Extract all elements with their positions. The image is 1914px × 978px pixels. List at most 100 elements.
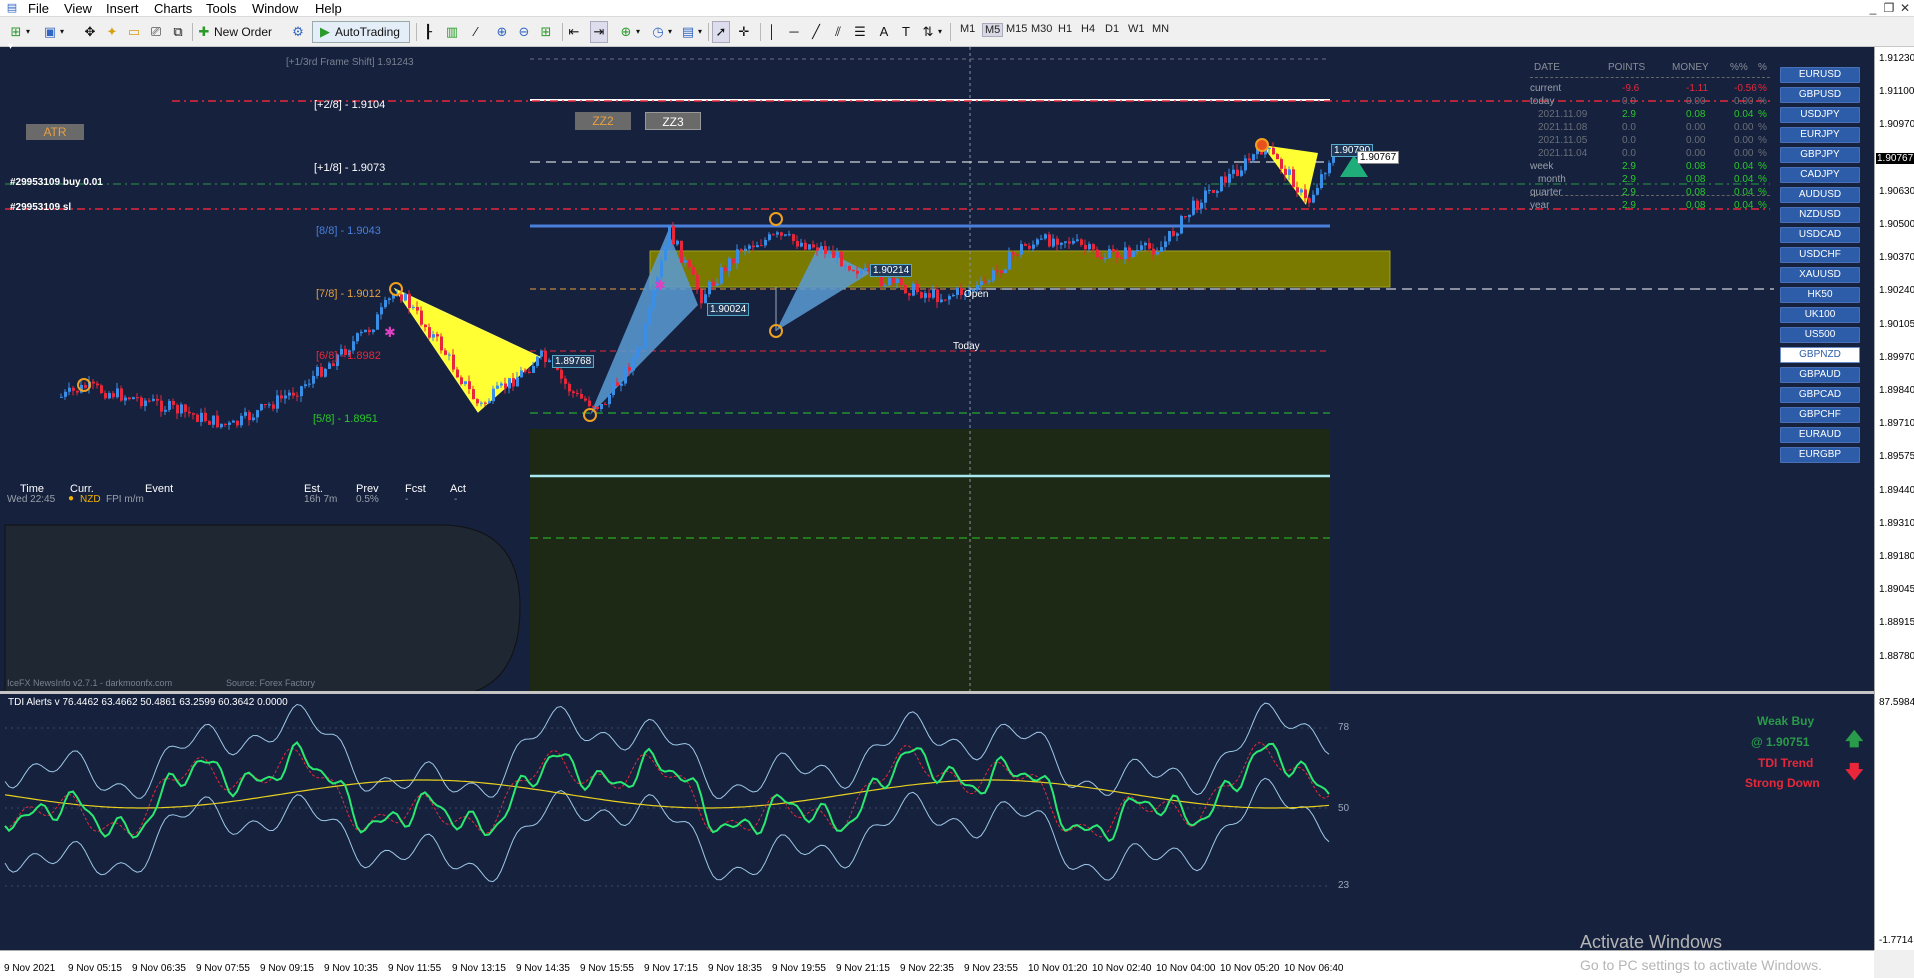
candle-body [220, 423, 223, 428]
menu-charts[interactable]: Charts [154, 1, 192, 16]
candle-body [760, 245, 763, 247]
price-axis-label: 1.88780 [1879, 650, 1914, 662]
tf-d1[interactable]: D1 [1105, 23, 1119, 35]
tf-h1[interactable]: H1 [1058, 23, 1072, 35]
channel-button[interactable]: ⫽ [830, 21, 846, 43]
price-axis[interactable]: 1.91230 1.91100 1.90970 1.90767 1.90630 1.905… [1874, 47, 1914, 950]
fibonacci-button[interactable]: ☰ [852, 21, 868, 43]
market-watch-button[interactable]: ✦ [104, 21, 120, 43]
candle-body [1116, 251, 1119, 258]
new-order-button[interactable]: ✚ New Order [196, 21, 272, 43]
zz2-button[interactable]: ZZ2 [575, 112, 631, 130]
menu-window[interactable]: Window [252, 1, 298, 16]
candle-body [904, 284, 907, 294]
autotrading-button[interactable]: ▶ AutoTrading [312, 21, 410, 43]
symbol-button-gbpaud[interactable]: GBPAUD [1780, 367, 1860, 383]
zoom-in-button[interactable]: ⊕ [494, 21, 510, 43]
symbol-button-gbpjpy[interactable]: GBPJPY [1780, 147, 1860, 163]
candle-body [420, 310, 423, 325]
candle-body [1208, 189, 1211, 191]
candle-body [616, 382, 619, 386]
auto-scroll-icon: ⇥ [593, 24, 605, 39]
candle-body [820, 246, 823, 251]
candle-body [808, 244, 811, 250]
symbol-button-gbpcad[interactable]: GBPCAD [1780, 387, 1860, 403]
menu-tools[interactable]: Tools [206, 1, 236, 16]
candle-body [116, 388, 119, 398]
symbol-button-eurjpy[interactable]: EURJPY [1780, 127, 1860, 143]
tf-m5[interactable]: M5 [982, 23, 1004, 37]
symbol-button-hk50[interactable]: HK50 [1780, 287, 1860, 303]
symbol-button-eurusd[interactable]: EURUSD [1780, 67, 1860, 83]
murrey-plus2: [+2/8] - 1.9104 [314, 99, 386, 111]
symbol-button-us500[interactable]: US500 [1780, 327, 1860, 343]
stats-cell: 2.9 [1622, 187, 1636, 198]
symbol-button-nzdusd[interactable]: NZDUSD [1780, 207, 1860, 223]
symbol-button-audusd[interactable]: AUDUSD [1780, 187, 1860, 203]
tf-m1[interactable]: M1 [960, 23, 975, 35]
line-chart-button[interactable]: ∕ [468, 21, 484, 43]
terminal-button[interactable]: ⎚ [148, 21, 164, 43]
indicators-button[interactable]: ⊕ ▾ [618, 21, 642, 43]
new-chart-button[interactable]: ⊞ ▾ [8, 21, 32, 43]
profiles-button[interactable]: ▣ ▾ [42, 21, 66, 43]
arrows-button[interactable]: ⇅ ▾ [920, 21, 944, 43]
stats-cell: 0.00 [1686, 96, 1706, 107]
tdi-indicator-pane[interactable]: TDI Alerts v 76.4462 63.4662 50.4861 63.… [0, 694, 1874, 950]
crosshair-button[interactable]: ✥ [82, 21, 98, 43]
vertical-line-button[interactable]: │ [764, 21, 780, 43]
tf-w1[interactable]: W1 [1128, 23, 1145, 35]
symbol-button-usdcad[interactable]: USDCAD [1780, 227, 1860, 243]
symbol-button-gbpchf[interactable]: GBPCHF [1780, 407, 1860, 423]
star-icon: ✦ [106, 24, 118, 39]
templates-button[interactable]: ▤ ▾ [680, 21, 704, 43]
horizontal-line-button[interactable]: ─ [786, 21, 802, 43]
crosshair-tool-icon: ✛ [738, 24, 750, 39]
tf-m15[interactable]: M15 [1006, 23, 1027, 35]
symbol-button-usdjpy[interactable]: USDJPY [1780, 107, 1860, 123]
atr-button[interactable]: ATR [26, 124, 84, 140]
menu-help[interactable]: Help [315, 1, 342, 16]
menu-view[interactable]: View [64, 1, 92, 16]
app-icon[interactable]: ▤ [4, 0, 20, 16]
strategy-tester-button[interactable]: ⧉ [170, 21, 186, 43]
tile-windows-button[interactable]: ⊞ [538, 21, 554, 43]
menu-insert[interactable]: Insert [106, 1, 139, 16]
profiles-icon: ▣ [43, 24, 57, 39]
chart-menu-icon[interactable]: ▾ [8, 41, 13, 52]
symbol-button-cadjpy[interactable]: CADJPY [1780, 167, 1860, 183]
tf-h4[interactable]: H4 [1081, 23, 1095, 35]
periods-button[interactable]: ◷ ▾ [650, 21, 674, 43]
symbol-button-uk100[interactable]: UK100 [1780, 307, 1860, 323]
symbol-button-gbpnzd[interactable]: GBPNZD [1780, 347, 1860, 363]
text-button[interactable]: A [876, 21, 892, 43]
time-axis-label: 10 Nov 04:00 [1156, 963, 1216, 974]
navigator-button[interactable]: ▭ [126, 21, 142, 43]
order-sl-label: #29953109 sl [10, 202, 72, 213]
candle-chart-button[interactable]: ▥ [444, 21, 460, 43]
candle-body [112, 393, 115, 398]
auto-scroll-button[interactable]: ⇥ [590, 21, 608, 43]
chart-shift-button[interactable]: ⇤ [566, 21, 582, 43]
symbol-button-eurgbp[interactable]: EURGBP [1780, 447, 1860, 463]
candle-body [720, 267, 723, 284]
symbol-button-gbpusd[interactable]: GBPUSD [1780, 87, 1860, 103]
symbol-button-usdchf[interactable]: USDCHF [1780, 247, 1860, 263]
tf-m30[interactable]: M30 [1031, 23, 1052, 35]
close-icon[interactable]: ✕ [1896, 0, 1914, 17]
menu-file[interactable]: File [28, 1, 49, 16]
bar-chart-button[interactable]: ┠ [420, 21, 436, 43]
candle-body [664, 246, 667, 261]
cursor-button[interactable]: ➚ [712, 21, 730, 43]
trendline-button[interactable]: ╱ [808, 21, 824, 43]
tf-mn[interactable]: MN [1152, 23, 1169, 35]
symbol-button-xauusd[interactable]: XAUUSD [1780, 267, 1860, 283]
stats-cell: 0.00 [1686, 135, 1706, 146]
crosshair-tool-button[interactable]: ✛ [736, 21, 752, 43]
symbol-button-euraud[interactable]: EURAUD [1780, 427, 1860, 443]
metaeditor-button[interactable]: ⚙ [290, 21, 306, 43]
zoom-out-button[interactable]: ⊖ [516, 21, 532, 43]
text-label-button[interactable]: T [898, 21, 914, 43]
zz3-button[interactable]: ZZ3 [645, 112, 701, 130]
price-chart[interactable]: ✱ ✱ [+1/3rd Frame Shift] 1.91243 ZZ2 ZZ3… [0, 41, 1874, 691]
